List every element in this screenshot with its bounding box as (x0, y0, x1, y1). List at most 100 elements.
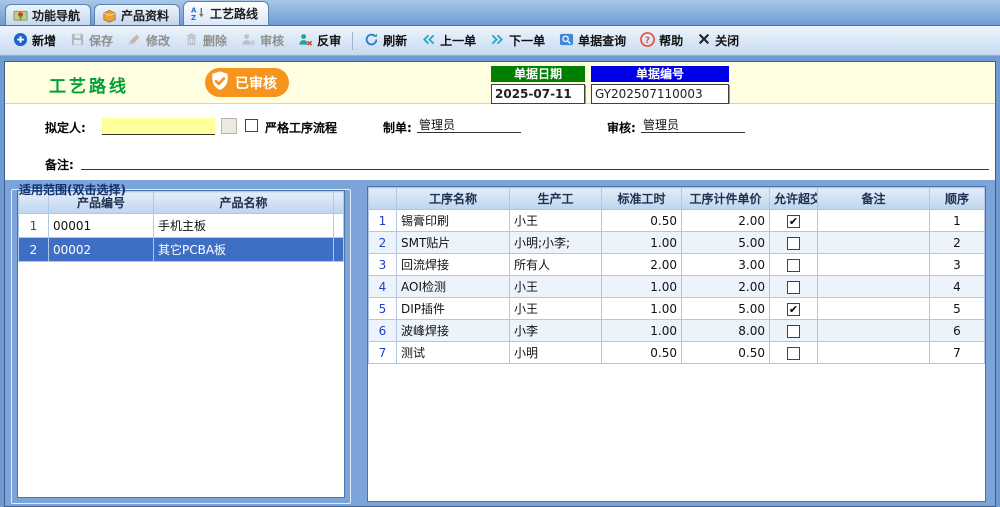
remark-value[interactable] (81, 153, 989, 170)
process-name-cell[interactable]: SMT贴片 (397, 232, 510, 254)
piece-price-cell[interactable]: 2.00 (682, 276, 770, 298)
allow-over-checkbox[interactable] (787, 259, 800, 272)
process-name-cell[interactable]: 回流焊接 (397, 254, 510, 276)
process-name-header[interactable]: 工序名称 (397, 188, 510, 210)
std-hours-cell[interactable]: 1.00 (602, 298, 682, 320)
std-hours-cell[interactable]: 1.00 (602, 320, 682, 342)
process-name-cell[interactable]: 波峰焊接 (397, 320, 510, 342)
allow-over-cell[interactable] (770, 254, 818, 276)
row-number-header[interactable] (369, 188, 397, 210)
row-number-cell[interactable]: 4 (369, 276, 397, 298)
row-number-cell[interactable]: 1 (369, 210, 397, 232)
allow-over-checkbox[interactable] (787, 347, 800, 360)
allow-over-cell[interactable] (770, 320, 818, 342)
edit-button[interactable]: 修改 (120, 29, 177, 53)
delete-button[interactable]: 删除 (177, 29, 234, 53)
worker-cell[interactable]: 所有人 (510, 254, 602, 276)
process-name-cell[interactable]: AOI检测 (397, 276, 510, 298)
remark-cell[interactable] (818, 210, 930, 232)
std-hours-cell[interactable]: 1.00 (602, 232, 682, 254)
order-cell[interactable]: 3 (930, 254, 985, 276)
row-number-cell[interactable]: 3 (369, 254, 397, 276)
tab-function-nav[interactable]: 功能导航 (5, 4, 91, 25)
product-name-cell[interactable]: 手机主板 (154, 214, 334, 238)
process-row[interactable]: 5DIP插件小王1.005.00✔5 (369, 298, 985, 320)
allow-over-cell[interactable] (770, 342, 818, 364)
process-name-cell[interactable]: 测试 (397, 342, 510, 364)
process-row[interactable]: 3回流焊接所有人2.003.003 (369, 254, 985, 276)
order-cell[interactable]: 7 (930, 342, 985, 364)
allow-over-cell[interactable]: ✔ (770, 210, 818, 232)
unaudit-button[interactable]: 反审 (291, 29, 348, 53)
remark-cell[interactable] (818, 342, 930, 364)
drafter-picker-button[interactable] (221, 118, 237, 134)
product-row[interactable]: 100001手机主板 (19, 214, 344, 238)
piece-price-cell[interactable]: 5.00 (682, 298, 770, 320)
prev-doc-button[interactable]: 上一单 (414, 29, 483, 53)
doc-number-value[interactable]: GY202507110003 (591, 84, 729, 104)
worker-cell[interactable]: 小明 (510, 342, 602, 364)
close-button[interactable]: 关闭 (690, 29, 746, 52)
product-name-cell[interactable]: 其它PCBA板 (154, 238, 334, 262)
doc-date-value[interactable]: 2025-07-11 (491, 84, 585, 104)
std-hours-cell[interactable]: 0.50 (602, 210, 682, 232)
process-name-cell[interactable]: 锡膏印刷 (397, 210, 510, 232)
worker-cell[interactable]: 小王 (510, 276, 602, 298)
remark-header[interactable]: 备注 (818, 188, 930, 210)
doc-query-button[interactable]: 单据查询 (552, 29, 633, 53)
strict-flow-checkbox[interactable] (245, 119, 258, 132)
allow-over-checkbox[interactable] (787, 281, 800, 294)
tab-process-route[interactable]: A Z 工艺路线 (183, 1, 269, 25)
order-cell[interactable]: 5 (930, 298, 985, 320)
audit-button[interactable]: 审核 (234, 29, 291, 53)
remark-cell[interactable] (818, 254, 930, 276)
refresh-button[interactable]: 刷新 (357, 29, 414, 53)
std-hours-cell[interactable]: 0.50 (602, 342, 682, 364)
product-row[interactable]: 200002其它PCBA板 (19, 238, 344, 262)
next-doc-button[interactable]: 下一单 (483, 29, 552, 53)
new-button[interactable]: 新增 (6, 29, 63, 53)
std-hours-cell[interactable]: 2.00 (602, 254, 682, 276)
worker-cell[interactable]: 小明;小李; (510, 232, 602, 254)
allow-over-checkbox[interactable]: ✔ (787, 303, 800, 316)
worker-cell[interactable]: 小王 (510, 298, 602, 320)
allow-over-cell[interactable] (770, 276, 818, 298)
row-number-cell[interactable]: 6 (369, 320, 397, 342)
worker-cell[interactable]: 小王 (510, 210, 602, 232)
order-cell[interactable]: 2 (930, 232, 985, 254)
std-hours-header[interactable]: 标准工时 (602, 188, 682, 210)
process-name-cell[interactable]: DIP插件 (397, 298, 510, 320)
order-cell[interactable]: 1 (930, 210, 985, 232)
remark-cell[interactable] (818, 320, 930, 342)
tab-product-data[interactable]: 产品资料 (94, 4, 180, 25)
product-code-cell[interactable]: 00001 (49, 214, 154, 238)
process-row[interactable]: 1锡膏印刷小王0.502.00✔1 (369, 210, 985, 232)
process-row[interactable]: 2SMT贴片小明;小李;1.005.002 (369, 232, 985, 254)
allow-over-checkbox[interactable] (787, 237, 800, 250)
allow-over-checkbox[interactable] (787, 325, 800, 338)
allow-over-cell[interactable]: ✔ (770, 298, 818, 320)
help-button[interactable]: ? 帮助 (633, 29, 690, 53)
piece-price-cell[interactable]: 5.00 (682, 232, 770, 254)
drafter-input[interactable] (102, 118, 215, 135)
row-number-cell[interactable]: 5 (369, 298, 397, 320)
row-number-cell[interactable]: 1 (19, 214, 49, 238)
piece-price-header[interactable]: 工序计件单价 (682, 188, 770, 210)
process-row[interactable]: 4AOI检测小王1.002.004 (369, 276, 985, 298)
product-name-header[interactable]: 产品名称 (154, 192, 334, 214)
filler-cell[interactable] (334, 238, 344, 262)
std-hours-cell[interactable]: 1.00 (602, 276, 682, 298)
order-cell[interactable]: 6 (930, 320, 985, 342)
remark-cell[interactable] (818, 298, 930, 320)
product-code-cell[interactable]: 00002 (49, 238, 154, 262)
worker-header[interactable]: 生产工 (510, 188, 602, 210)
piece-price-cell[interactable]: 0.50 (682, 342, 770, 364)
piece-price-cell[interactable]: 2.00 (682, 210, 770, 232)
row-number-cell[interactable]: 2 (369, 232, 397, 254)
row-number-cell[interactable]: 7 (369, 342, 397, 364)
allow-over-checkbox[interactable]: ✔ (787, 215, 800, 228)
process-row[interactable]: 6波峰焊接小李1.008.006 (369, 320, 985, 342)
allow-over-header[interactable]: 允许超交 (770, 188, 818, 210)
worker-cell[interactable]: 小李 (510, 320, 602, 342)
remark-cell[interactable] (818, 276, 930, 298)
